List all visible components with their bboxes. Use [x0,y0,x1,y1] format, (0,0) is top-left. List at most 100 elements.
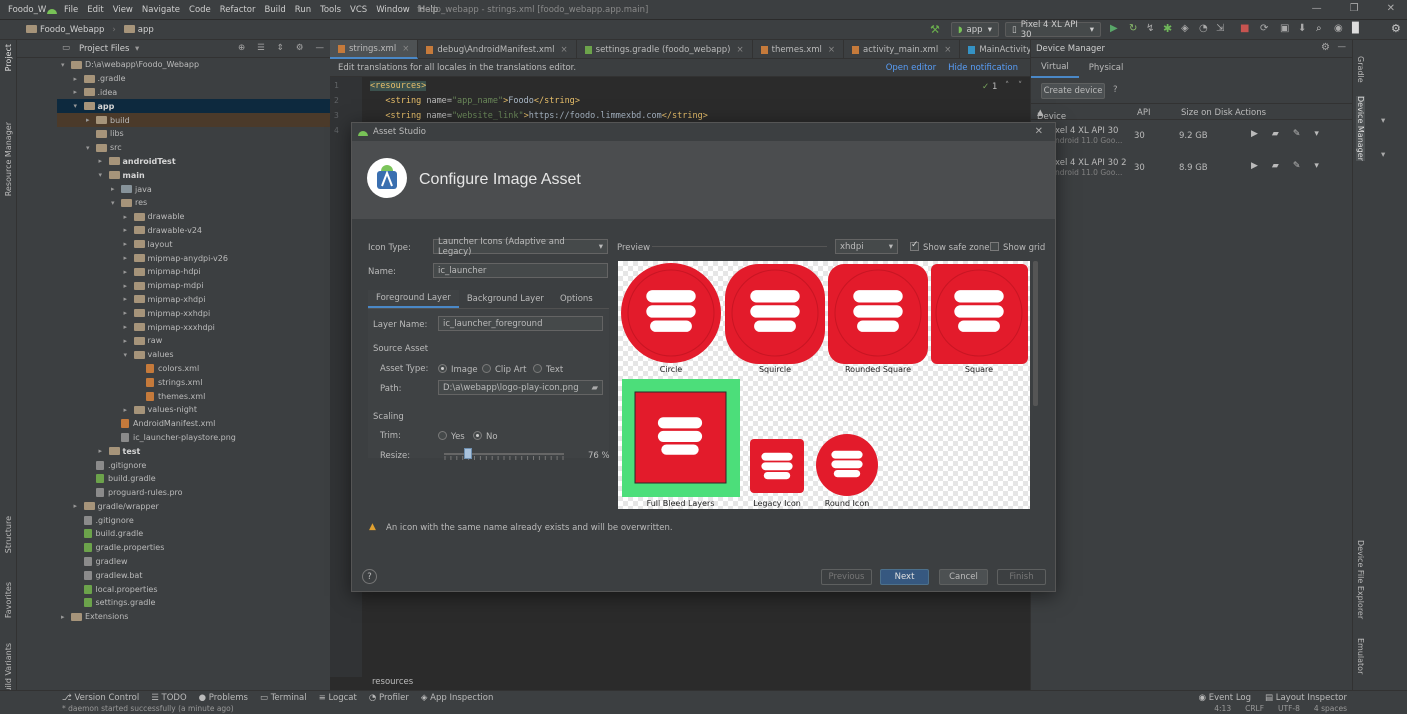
more-chevron-icon[interactable]: ▾ [1314,161,1319,171]
hide-panel-icon[interactable]: — [1338,42,1347,52]
resize-slider-track[interactable] [444,453,564,455]
tree-node[interactable]: ▾ main [57,168,330,182]
tree-node[interactable]: themes.xml [57,389,330,403]
tree-node[interactable]: build.gradle [57,472,330,486]
expand-chevron-icon[interactable]: ▸ [124,406,134,414]
tree-node[interactable]: ▾ app [57,99,330,114]
trim-no-radio[interactable]: No [473,431,498,442]
launch-icon[interactable]: ▶ [1251,161,1258,171]
run-config-dropdown[interactable]: ◗ app ▾ [951,22,999,37]
menu-code[interactable]: Code [189,5,211,15]
finish-button[interactable]: Finish [997,569,1046,585]
device-row[interactable]: xel 4 XL API 30 2 ndroid 11.0 Goo... 30 … [1031,152,1353,182]
tab-foreground-layer[interactable]: Foreground Layer [368,290,459,308]
close-tab-icon[interactable]: × [736,45,743,55]
tree-node[interactable]: ▸ values-night [57,403,330,417]
tree-node[interactable]: .gitignore [57,513,330,527]
tree-node[interactable]: ▸ layout [57,237,330,251]
layer-name-input[interactable]: ic_launcher_foreground [438,316,603,331]
asset-type-text-radio[interactable]: Text [533,364,563,375]
column-api[interactable]: API [1137,108,1150,118]
line-separator[interactable]: CRLF [1245,704,1264,713]
expand-all-icon[interactable]: ☰ [257,43,265,53]
file-encoding[interactable]: UTF-8 [1278,704,1300,713]
apply-changes-icon[interactable]: ↻ [1129,23,1137,34]
code-line[interactable]: <string name="website_link">https://food… [370,111,708,121]
resize-slider-thumb[interactable] [464,448,472,459]
tab-options[interactable]: Options [552,290,601,308]
tab-virtual[interactable]: Virtual [1031,58,1079,78]
tree-node[interactable]: ▸ .gradle [57,72,330,86]
tree-node[interactable]: strings.xml [57,375,330,389]
expand-chevron-icon[interactable]: ▾ [99,171,109,179]
hammer-icon[interactable]: ⚒ [930,23,940,36]
menu-vcs[interactable]: VCS [350,5,367,15]
menu-refactor[interactable]: Refactor [220,5,256,15]
expand-chevron-icon[interactable]: ▸ [111,185,121,193]
menu-window[interactable]: Window [376,5,410,15]
code-line[interactable]: <resources> [370,81,427,91]
minimize-icon[interactable]: — [1312,3,1322,14]
editor-breadcrumb[interactable]: resources [372,677,413,687]
tree-node[interactable]: ▸ mipmap-xhdpi [57,293,330,307]
sdk-icon[interactable]: ⬇ [1298,23,1306,34]
tree-node[interactable]: build.gradle [57,527,330,541]
dialog-close-icon[interactable]: ✕ [1035,126,1043,137]
editor-tab[interactable]: strings.xml × [330,40,419,59]
layout-inspector-button[interactable]: ▤ Layout Inspector [1265,693,1347,703]
show-safe-zone-checkbox[interactable]: Show safe zone [910,240,989,253]
column-device[interactable]: Device ▲ [1037,108,1066,122]
apply-code-icon[interactable]: ↯ [1146,23,1154,34]
expand-chevron-icon[interactable]: ▸ [99,447,109,455]
close-icon[interactable]: ✕ [1387,3,1395,14]
menu-edit[interactable]: Edit [87,5,103,15]
resource-manager-tool-button[interactable]: Resource Manager [4,122,13,196]
tree-node[interactable]: ▸ drawable-v24 [57,224,330,238]
tree-node[interactable]: colors.xml [57,362,330,376]
menu-run[interactable]: Run [295,5,311,15]
tree-node[interactable]: ▸ build [57,113,330,127]
editor-tab[interactable]: debug\AndroidManifest.xml × [418,40,577,59]
tree-node[interactable]: ▸ androidTest [57,155,330,169]
editor-tab[interactable]: activity_main.xml × [844,40,961,59]
close-tab-icon[interactable]: × [561,45,568,55]
expand-chevron-icon[interactable]: ▸ [124,323,134,331]
close-tab-icon[interactable]: × [944,45,951,55]
favorites-tool-button[interactable]: Favorites [4,582,13,618]
tool-window-logcat[interactable]: ≡ Logcat [319,693,357,703]
expand-chevron-icon[interactable]: ▾ [86,144,96,152]
tab-background-layer[interactable]: Background Layer [459,290,552,308]
tree-node[interactable]: ▸ mipmap-xxxhdpi [57,320,330,334]
event-log-button[interactable]: ◉ Event Log [1199,693,1251,703]
profile-icon[interactable]: ◔ [1199,23,1208,34]
name-input[interactable]: ic_launcher [433,263,608,278]
assistant-icon[interactable]: ◉ [1334,23,1343,34]
column-size[interactable]: Size on Disk [1181,108,1233,118]
indent-setting[interactable]: 4 spaces [1314,704,1347,713]
device-dropdown[interactable]: ▯ Pixel 4 XL API 30 ▾ [1005,20,1101,40]
tree-node[interactable]: .gitignore [57,458,330,472]
avd-icon[interactable]: ▣ [1280,23,1289,34]
tree-node[interactable]: ▸ java [57,182,330,196]
help-icon[interactable]: ? [1113,85,1118,95]
hide-icon[interactable]: — [316,43,325,53]
settings-gear-icon[interactable]: ⚙ [1391,22,1401,35]
asset-type-image-radio[interactable]: Image [438,364,478,375]
tool-window-app-inspection[interactable]: ◈ App Inspection [421,693,493,703]
menu-navigate[interactable]: Navigate [142,5,180,15]
chevron-down-icon[interactable]: ▾ [1381,150,1385,160]
gradle-tool-button[interactable]: Gradle [1356,56,1365,83]
editor-tab[interactable]: settings.gradle (foodo_webapp) × [577,40,753,59]
hide-notification-link[interactable]: Hide notification [948,63,1018,73]
menu-tools[interactable]: Tools [320,5,341,15]
run-icon[interactable]: ▶ [1110,23,1118,34]
expand-chevron-icon[interactable]: ▸ [74,502,84,510]
project-view-selector[interactable]: Project Files [79,44,129,54]
options-gear-icon[interactable]: ⚙ [296,43,304,53]
tool-window-problems[interactable]: ● Problems [199,693,248,703]
coverage-icon[interactable]: ◈ [1181,23,1189,34]
folder-icon[interactable]: ▰ [1272,129,1279,139]
structure-tool-button[interactable]: Structure [4,516,13,553]
expand-chevron-icon[interactable]: ▸ [124,226,134,234]
edit-icon[interactable]: ✎ [1293,129,1301,139]
